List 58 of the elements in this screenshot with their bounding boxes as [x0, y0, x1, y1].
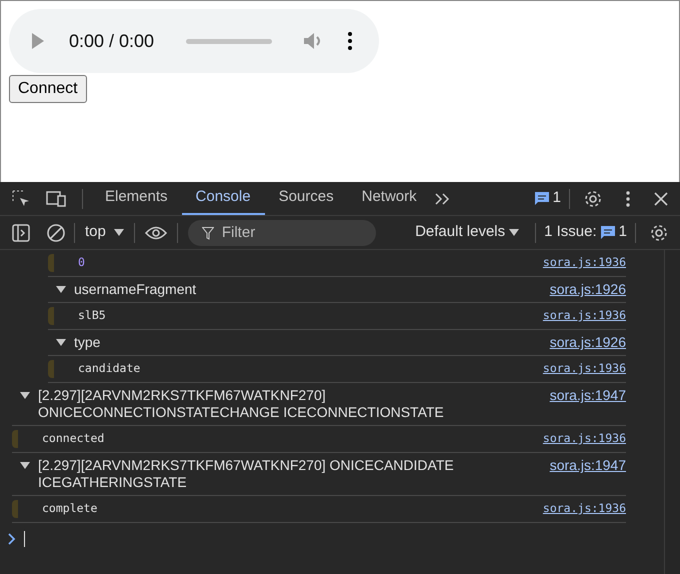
settings-icon[interactable] [650, 224, 668, 242]
devtools-tab[interactable]: Network [348, 182, 431, 215]
progress-track[interactable] [186, 38, 272, 44]
filter-icon [202, 226, 214, 240]
devtools-tab[interactable]: Console [182, 182, 265, 215]
log-levels-dropdown[interactable]: Default levels [415, 221, 520, 244]
more-tabs-icon[interactable] [434, 192, 451, 204]
time-display: 0:00 / 0:00 [69, 30, 154, 52]
issues-count: 1 [618, 222, 627, 242]
inspect-element-icon[interactable] [12, 190, 30, 208]
source-link[interactable]: sora.js:1947 [550, 457, 626, 474]
context-label: top [85, 222, 106, 242]
source-link[interactable]: sora.js:1947 [550, 387, 626, 404]
more-options-icon[interactable] [626, 190, 630, 206]
source-link[interactable]: sora.js:1926 [550, 281, 626, 298]
group-bracket [12, 430, 18, 448]
audio-player[interactable]: 0:00 / 0:00 [9, 9, 379, 73]
source-link[interactable]: sora.js:1926 [550, 334, 626, 351]
log-value: candidate [78, 360, 142, 377]
source-link[interactable]: sora.js:1936 [542, 500, 626, 517]
devtools-tab[interactable]: Sources [264, 182, 348, 215]
caret-icon [509, 229, 520, 236]
levels-label: Default levels [415, 222, 506, 242]
clear-console-icon[interactable] [46, 222, 66, 242]
sidebar-toggle-icon[interactable] [12, 224, 30, 242]
source-link[interactable]: sora.js:1936 [542, 430, 626, 447]
settings-icon[interactable] [584, 190, 602, 208]
log-value: 0 [78, 254, 86, 271]
log-group-title: [2.297][2ARVNM2RKS7TKFM67WATKNF270] ONICECANDIDATE ICEGATHERINGSTATE [38, 457, 455, 491]
messages-badge[interactable]: 1 [534, 187, 561, 210]
message-count: 1 [552, 188, 561, 208]
issues-button[interactable]: 1 Issue: 1 [544, 221, 627, 244]
caret-icon [114, 229, 124, 236]
group-bracket [48, 307, 54, 325]
source-link[interactable]: sora.js:1936 [542, 360, 626, 377]
devtools-tab[interactable]: Elements [91, 182, 182, 215]
device-toolbar-icon[interactable] [46, 190, 66, 208]
log-value: connected [42, 430, 106, 447]
group-bracket [48, 254, 54, 272]
message-icon [600, 226, 615, 239]
group-bracket [12, 500, 18, 518]
close-icon[interactable] [654, 192, 668, 206]
context-selector[interactable]: top [81, 221, 128, 244]
group-bracket [48, 360, 54, 378]
filter-field[interactable]: Filter [188, 220, 376, 246]
source-link[interactable]: sora.js:1936 [542, 254, 626, 271]
eye-icon[interactable] [144, 226, 167, 240]
log-group-title: [2.297][2ARVNM2RKS7TKFM67WATKNF270] ONICECONNECTIONSTATECHANGE ICECONNECTIONSTATE [38, 387, 445, 421]
prompt-chevron-icon [8, 533, 16, 545]
log-value: slB5 [78, 307, 107, 324]
issues-label: 1 Issue: [544, 222, 597, 242]
source-link[interactable]: sora.js:1936 [542, 307, 626, 324]
connect-button[interactable]: Connect [9, 75, 87, 103]
message-icon [534, 192, 549, 205]
log-value: complete [42, 500, 98, 517]
log-group-title: type [74, 334, 102, 351]
log-group-title: usernameFragment [74, 281, 198, 298]
more-options-icon[interactable] [348, 32, 352, 50]
